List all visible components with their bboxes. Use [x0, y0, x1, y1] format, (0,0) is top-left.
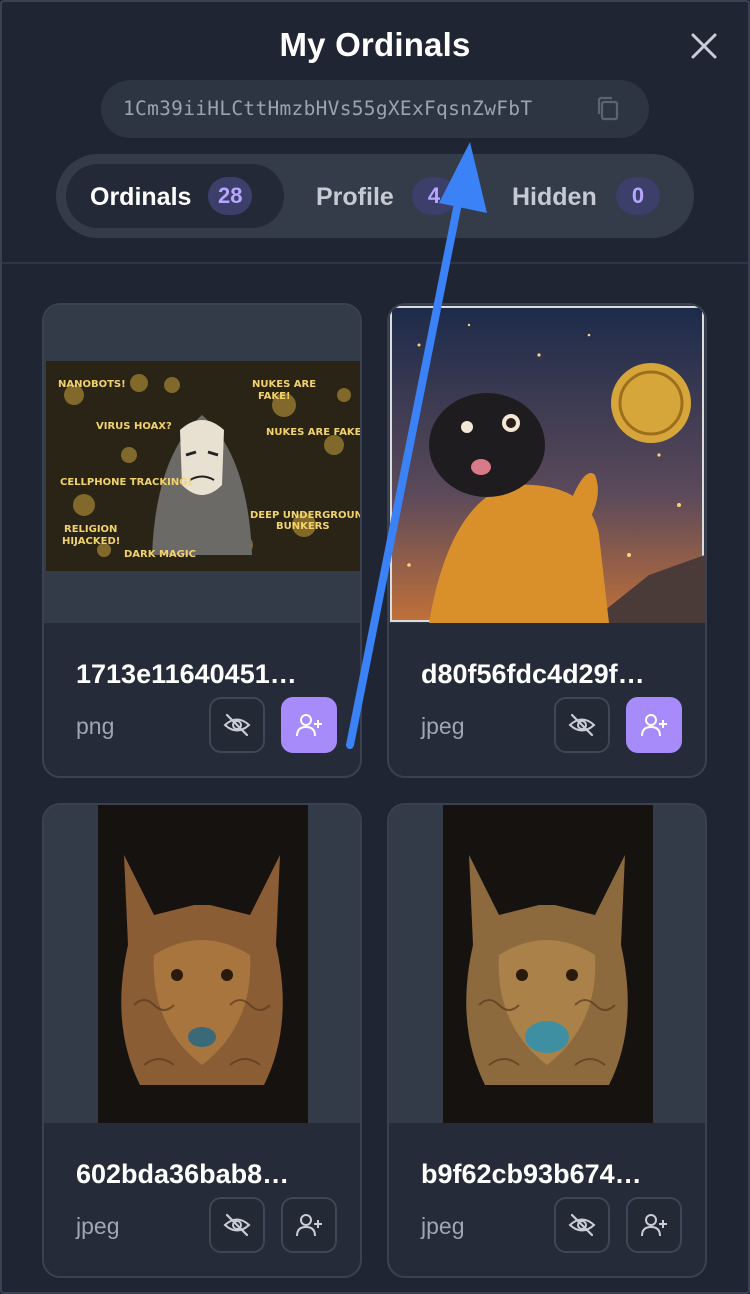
tab-hidden[interactable]: Hidden 0 — [490, 164, 686, 228]
user-plus-icon — [641, 1214, 667, 1237]
hide-button[interactable] — [209, 697, 265, 753]
tab-profile-label: Profile — [316, 183, 394, 211]
add-to-profile-button[interactable] — [626, 697, 682, 753]
close-icon — [691, 33, 717, 59]
page-title: My Ordinals — [279, 26, 471, 63]
eye-off-icon — [223, 1213, 251, 1237]
hide-button[interactable] — [554, 697, 610, 753]
ordinal-card[interactable]: b9f62cb93b674… jpeg — [387, 803, 707, 1278]
wood-wolf-blue-nose-image — [389, 805, 705, 1123]
svg-text:NUKES ARE FAKE!: NUKES ARE FAKE! — [266, 427, 360, 438]
user-plus-icon — [641, 714, 667, 737]
hide-button[interactable] — [554, 1197, 610, 1253]
ordinal-card[interactable]: NANOBOTS! NUKES ARE FAKE! VIRUS HOAX? NU… — [42, 303, 362, 778]
svg-text:DARK MAGIC: DARK MAGIC — [124, 549, 196, 560]
user-plus-icon — [296, 714, 322, 737]
wallet-address: 1Cm39iiHLCttHmzbHVs55gXExFqsnZwFbT — [123, 97, 533, 120]
ordinal-thumbnail[interactable] — [389, 805, 705, 1123]
svg-text:VIRUS HOAX?: VIRUS HOAX? — [96, 421, 172, 432]
ordinal-type: jpeg — [76, 1213, 120, 1239]
add-to-profile-button[interactable] — [626, 1197, 682, 1253]
tab-hidden-count: 0 — [616, 177, 660, 215]
address-pill[interactable]: 1Cm39iiHLCttHmzbHVs55gXExFqsnZwFbT — [101, 80, 649, 138]
ordinal-title: 602bda36bab8… — [76, 1159, 290, 1189]
ordinal-card[interactable]: 602bda36bab8… jpeg — [42, 803, 362, 1278]
close-button[interactable] — [690, 32, 718, 60]
ordinal-thumbnail[interactable]: NANOBOTS! NUKES ARE FAKE! VIRUS HOAX? NU… — [44, 305, 360, 623]
ordinal-type: jpeg — [421, 1213, 465, 1239]
modal-header: My Ordinals 1Cm39iiHLCttHmzbHVs55gXExFqs… — [0, 0, 750, 264]
ordinal-thumbnail[interactable] — [44, 805, 360, 1123]
copy-icon — [597, 96, 619, 121]
ordinal-type: png — [76, 713, 115, 739]
svg-text:CELLPHONE TRACKING!: CELLPHONE TRACKING! — [60, 477, 192, 488]
tab-profile[interactable]: Profile 4 — [292, 164, 488, 228]
ordinal-title: 1713e11640451… — [76, 659, 297, 689]
svg-text:HIJACKED!: HIJACKED! — [62, 536, 120, 547]
pug-bsv-coin-image — [390, 306, 705, 623]
ordinal-title: b9f62cb93b674… — [421, 1159, 642, 1189]
svg-text:NUKES ARE: NUKES ARE — [252, 379, 316, 390]
svg-text:NANOBOTS!: NANOBOTS! — [58, 379, 126, 390]
ordinal-type: jpeg — [421, 713, 465, 739]
hide-button[interactable] — [209, 1197, 265, 1253]
ordinal-card[interactable]: d80f56fdc4d29f… jpeg — [387, 303, 707, 778]
eye-off-icon — [568, 1213, 596, 1237]
svg-text:DEEP UNDERGROUND: DEEP UNDERGROUND — [250, 510, 360, 521]
tab-bar: Ordinals 28 Profile 4 Hidden 0 — [56, 154, 694, 238]
add-to-profile-button[interactable] — [281, 1197, 337, 1253]
ordinal-thumbnail[interactable] — [389, 305, 705, 623]
svg-text:BUNKERS: BUNKERS — [276, 521, 330, 532]
tab-ordinals-count: 28 — [208, 177, 253, 215]
user-plus-icon — [296, 1214, 322, 1237]
tab-ordinals[interactable]: Ordinals 28 — [66, 164, 284, 228]
conspiracy-poster-image: NANOBOTS! NUKES ARE FAKE! VIRUS HOAX? NU… — [44, 305, 360, 623]
ordinal-title: d80f56fdc4d29f… — [421, 659, 645, 689]
add-to-profile-button[interactable] — [281, 697, 337, 753]
svg-text:FAKE!: FAKE! — [258, 391, 291, 402]
svg-text:RELIGION: RELIGION — [64, 524, 117, 535]
wood-wolf-image — [44, 805, 360, 1123]
copy-address-button[interactable] — [595, 95, 621, 123]
tab-profile-count: 4 — [412, 177, 456, 215]
eye-off-icon — [568, 713, 596, 737]
tab-ordinals-label: Ordinals — [90, 183, 192, 211]
eye-off-icon — [223, 713, 251, 737]
tab-hidden-label: Hidden — [512, 183, 597, 211]
